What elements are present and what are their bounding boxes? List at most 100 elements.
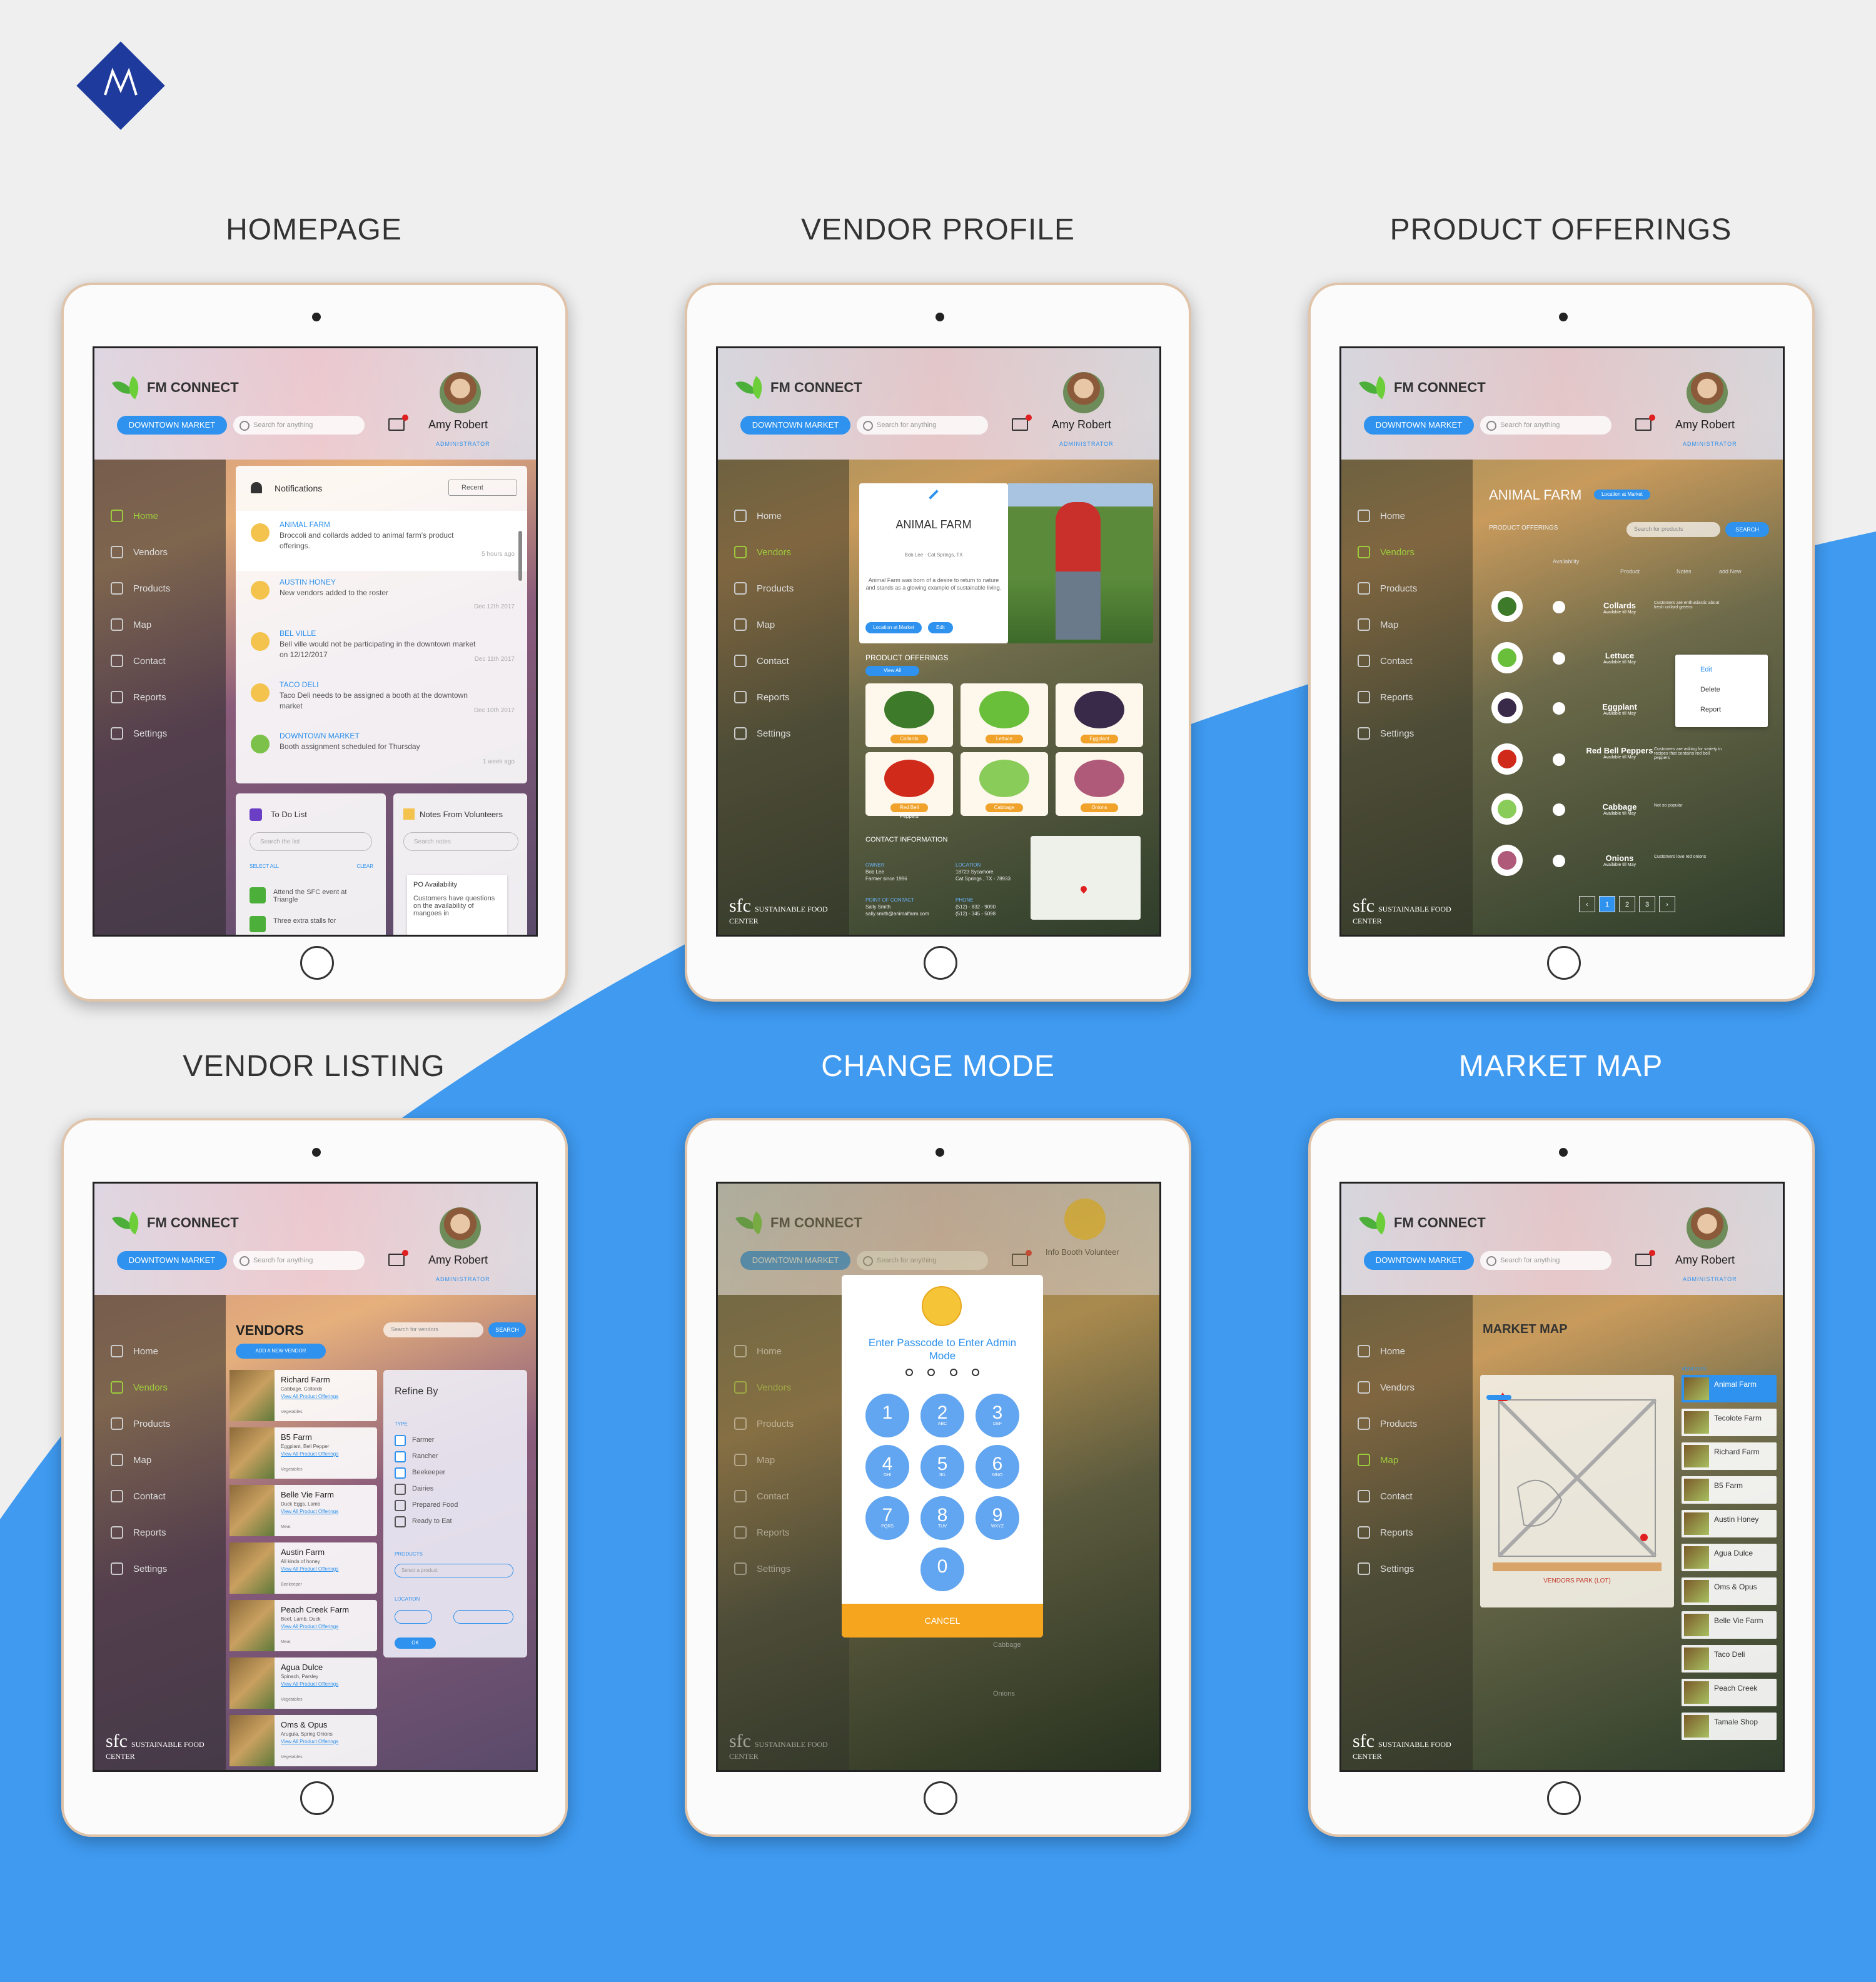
menu-delete[interactable]: Delete: [1700, 686, 1720, 693]
nav-map[interactable]: Map: [734, 618, 775, 631]
todo-item[interactable]: Attend the SFC event at Triangle: [273, 888, 355, 903]
key-9[interactable]: 9 WXYZ: [976, 1496, 1019, 1540]
vendor-card[interactable]: Agua Dulce Spinach, Parsley View All Produ…: [229, 1658, 377, 1709]
view-offerings-link[interactable]: View All Product Offerings: [281, 1509, 338, 1514]
availability-check[interactable]: [1553, 652, 1565, 665]
add-vendor-button[interactable]: ADD A NEW VENDOR: [236, 1344, 326, 1359]
nav-map[interactable]: Map: [111, 1454, 151, 1466]
notification-item[interactable]: ANIMAL FARM Broccoli and collards added t…: [280, 520, 480, 551]
product-row-name[interactable]: Eggplant Available till May: [1585, 702, 1654, 716]
market-selector[interactable]: DOWNTOWN MARKET: [117, 416, 227, 435]
nav-contact[interactable]: Contact: [1358, 655, 1413, 667]
search-input[interactable]: Search for anything: [233, 1251, 365, 1270]
view-offerings-link[interactable]: View All Product Offerings: [281, 1681, 338, 1687]
key-4[interactable]: 4 GHI: [865, 1445, 909, 1489]
availability-check[interactable]: [1553, 803, 1565, 816]
view-offerings-link[interactable]: View All Product Offerings: [281, 1566, 338, 1572]
phone-1[interactable]: (512) - 832 - 9090: [956, 904, 1031, 911]
search-input[interactable]: Search for anything: [233, 416, 365, 435]
nav-contact[interactable]: Contact: [734, 655, 789, 667]
notification-item[interactable]: DOWNTOWN MARKET Booth assignment schedule…: [280, 731, 480, 752]
page-2[interactable]: 2: [1619, 896, 1635, 912]
map-vendor-item[interactable]: Animal Farm: [1682, 1375, 1777, 1402]
nav-settings[interactable]: Settings: [734, 1562, 790, 1575]
location-badge[interactable]: Location at Market: [1594, 490, 1650, 500]
product-row-name[interactable]: Cabbage Available till May: [1585, 802, 1654, 816]
user-name[interactable]: Amy Robert: [1675, 1254, 1735, 1267]
product-row-name[interactable]: Red Bell Peppers Available till May: [1585, 746, 1654, 760]
notification-item[interactable]: BEL VILLE Bell ville would not be partici…: [280, 628, 480, 660]
nav-products[interactable]: Products: [1358, 1417, 1417, 1430]
avatar[interactable]: [1687, 372, 1728, 413]
availability-check[interactable]: [1553, 855, 1565, 867]
nav-products[interactable]: Products: [111, 1417, 170, 1430]
market-selector[interactable]: DOWNTOWN MARKET: [1364, 416, 1474, 435]
product-tile[interactable]: Collards: [865, 683, 953, 747]
product-tile[interactable]: Onions: [1056, 752, 1143, 816]
nav-settings[interactable]: Settings: [111, 1562, 167, 1575]
location-select[interactable]: [395, 1610, 432, 1624]
nav-home[interactable]: Home: [1358, 1345, 1405, 1357]
nav-vendors[interactable]: Vendors: [734, 546, 791, 558]
market-selector[interactable]: DOWNTOWN MARKET: [117, 1251, 227, 1270]
nav-map[interactable]: Map: [1358, 618, 1398, 631]
poc-email[interactable]: sally.smith@animalfarm.com: [865, 911, 953, 918]
mail-icon[interactable]: [388, 1250, 408, 1266]
search-input[interactable]: Search for anything: [857, 416, 988, 435]
vendor-card[interactable]: Peach Creek Farm Beef, Lamb, Duck View All…: [229, 1600, 377, 1651]
home-button[interactable]: [924, 1781, 957, 1815]
todo-check[interactable]: [250, 916, 266, 932]
view-offerings-link[interactable]: View All Product Offerings: [281, 1451, 338, 1457]
nav-contact[interactable]: Contact: [111, 655, 166, 667]
page-3[interactable]: 3: [1639, 896, 1655, 912]
nav-reports[interactable]: Reports: [1358, 1526, 1413, 1539]
product-search[interactable]: Search for products: [1626, 522, 1720, 537]
nav-contact[interactable]: Contact: [111, 1490, 166, 1502]
menu-edit[interactable]: Edit: [1700, 666, 1712, 673]
notification-item[interactable]: TACO DELI Taco Deli needs to be assigned …: [280, 680, 480, 711]
nav-settings[interactable]: Settings: [1358, 1562, 1414, 1575]
avatar[interactable]: [1063, 372, 1104, 413]
view-all-button[interactable]: View All: [865, 666, 919, 676]
type-checkbox[interactable]: [395, 1516, 406, 1527]
clear-link[interactable]: CLEAR: [356, 863, 373, 869]
edit-button[interactable]: Edit: [928, 622, 953, 633]
key-7[interactable]: 7 PQRS: [865, 1496, 909, 1540]
nav-vendors[interactable]: Vendors: [1358, 1381, 1415, 1394]
product-tile[interactable]: Lettuce: [961, 683, 1048, 747]
type-checkbox[interactable]: [395, 1435, 406, 1446]
vendor-card[interactable]: Austin Farm All kinds of honey View All Pr…: [229, 1542, 377, 1594]
location-map[interactable]: [1031, 836, 1141, 920]
todo-search[interactable]: Search the list: [250, 832, 372, 851]
market-map[interactable]: VENDORS PARK (LOT): [1480, 1375, 1674, 1607]
home-button[interactable]: [300, 946, 334, 980]
vendor-card[interactable]: Richard Farm Cabbage, Collards View All Pr…: [229, 1370, 377, 1421]
mail-icon[interactable]: [1012, 415, 1032, 431]
nav-reports[interactable]: Reports: [111, 691, 166, 703]
search-input[interactable]: Search for anything: [1480, 416, 1611, 435]
nav-map[interactable]: Map: [734, 1454, 775, 1466]
cancel-button[interactable]: CANCEL: [842, 1604, 1043, 1637]
page-1[interactable]: 1: [1599, 896, 1615, 912]
ok-button[interactable]: OK: [395, 1637, 436, 1649]
map-vendor-item[interactable]: Tamale Shop: [1682, 1713, 1777, 1740]
view-offerings-link[interactable]: View All Product Offerings: [281, 1624, 338, 1629]
nav-home[interactable]: Home: [734, 510, 782, 522]
todo-item[interactable]: Three extra stalls for: [273, 917, 355, 925]
avatar[interactable]: [1687, 1207, 1728, 1249]
nav-settings[interactable]: Settings: [1358, 727, 1414, 740]
product-row-name[interactable]: Lettuce Available till May: [1585, 651, 1654, 665]
mail-icon[interactable]: [388, 415, 408, 431]
product-row-name[interactable]: Collards Available till May: [1585, 601, 1654, 615]
view-offerings-link[interactable]: View All Product Offerings: [281, 1394, 338, 1399]
location-button[interactable]: Location at Market: [865, 622, 922, 633]
availability-check[interactable]: [1553, 702, 1565, 715]
home-button[interactable]: [1547, 1781, 1581, 1815]
todo-check[interactable]: [250, 887, 266, 903]
pencil-icon[interactable]: [929, 490, 939, 500]
nav-vendors[interactable]: Vendors: [1358, 546, 1415, 558]
product-row-name[interactable]: Onions Available till May: [1585, 853, 1654, 867]
select-all-link[interactable]: SELECT ALL: [250, 863, 279, 869]
nav-map[interactable]: Map: [1358, 1454, 1398, 1466]
view-offerings-link[interactable]: View All Product Offerings: [281, 1739, 338, 1744]
